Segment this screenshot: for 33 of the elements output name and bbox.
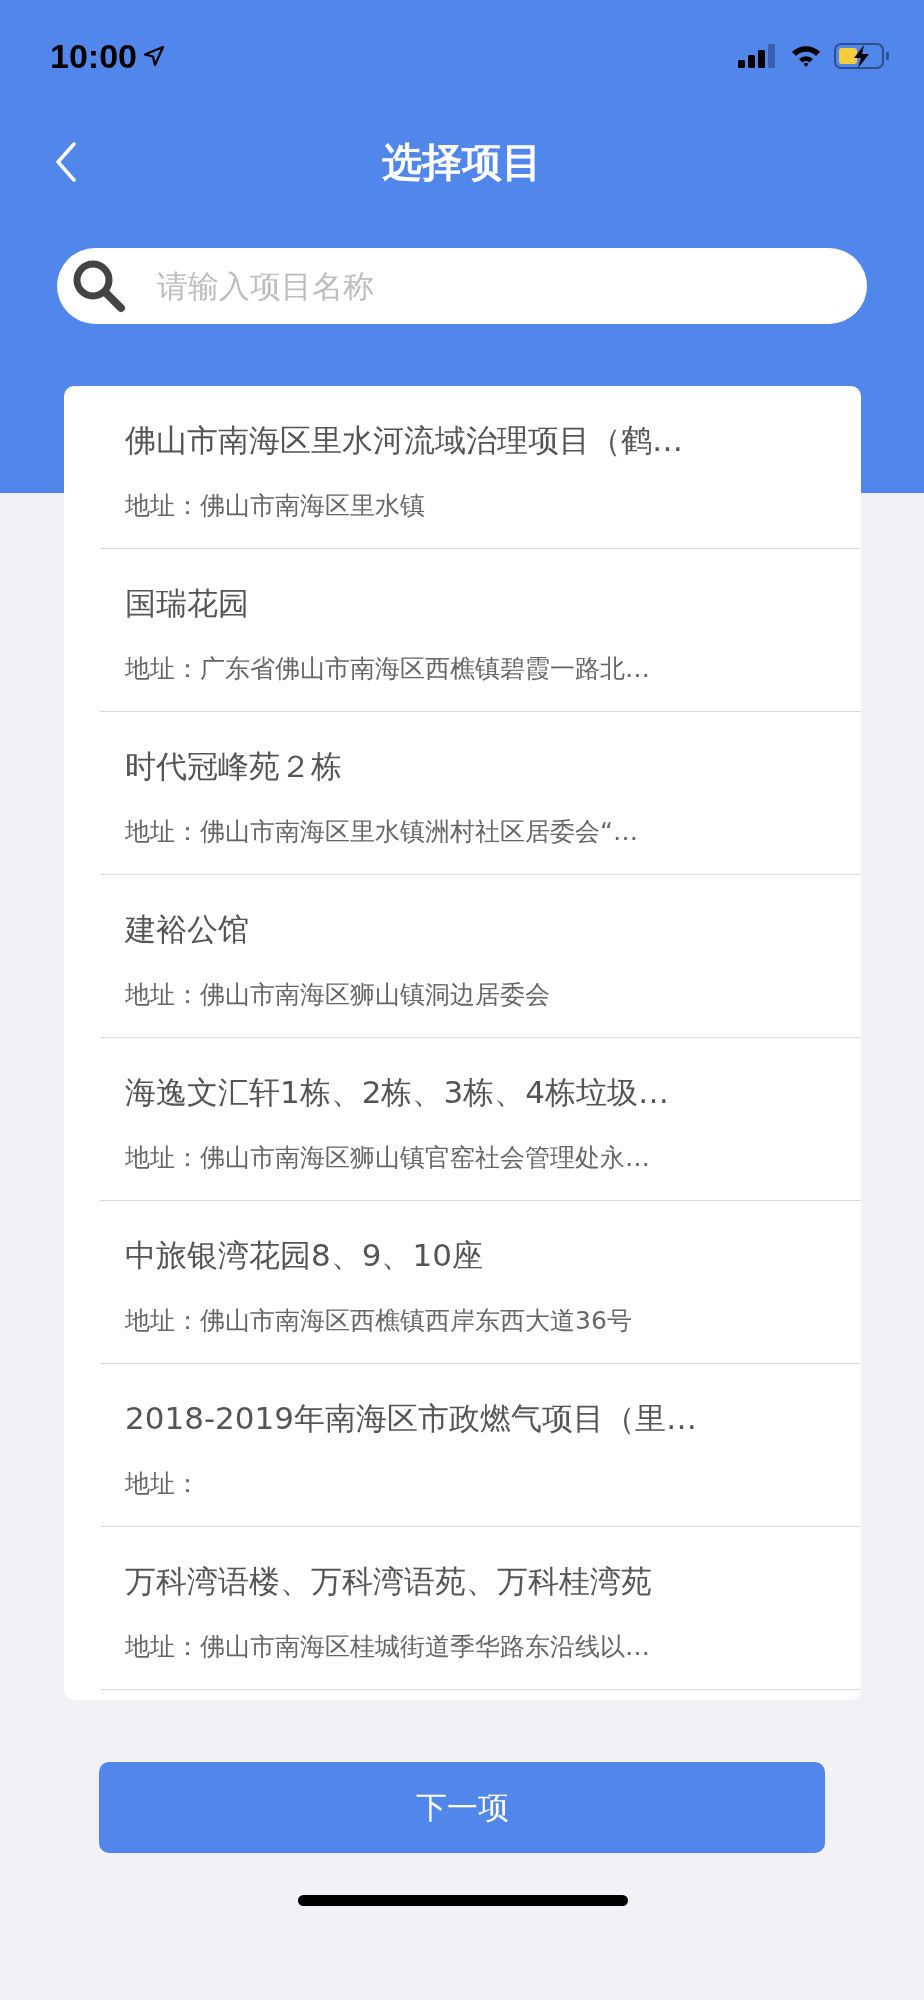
- project-address: 地址：佛山市南海区西樵镇西岸东西大道36号: [125, 1305, 633, 1337]
- project-name: 建裕公馆: [125, 910, 250, 949]
- project-name: 中旅银湾花园8、9、10座: [125, 1236, 484, 1275]
- project-item[interactable]: 万科湾语楼、万科湾语苑、万科桂湾苑 地址：佛山市南海区桂城街道季华路东沿线以…: [100, 1527, 861, 1690]
- project-address: 地址：: [125, 1468, 201, 1500]
- project-address: 地址：佛山市南海区狮山镇洞边居委会: [125, 979, 551, 1011]
- project-item[interactable]: 建裕公馆 地址：佛山市南海区狮山镇洞边居委会: [100, 875, 861, 1038]
- project-address: 地址：佛山市南海区桂城街道季华路东沿线以…: [125, 1631, 651, 1663]
- back-icon[interactable]: [55, 142, 77, 182]
- search-field[interactable]: 请输入项目名称: [57, 248, 867, 324]
- project-name: 佛山市南海区里水河流域治理项目（鹤…: [125, 421, 684, 460]
- project-name: 2018-2019年南海区市政燃气项目（里…: [125, 1399, 698, 1438]
- signal-icon: [738, 44, 778, 68]
- location-arrow-icon: [142, 45, 165, 67]
- wifi-icon: [790, 44, 822, 68]
- next-button[interactable]: 下一项: [99, 1762, 825, 1853]
- project-address: 地址：广东省佛山市南海区西樵镇碧霞一路北…: [125, 653, 651, 685]
- status-time: 10:00: [50, 36, 137, 76]
- project-address: 地址：佛山市南海区狮山镇官窑社会管理处永…: [125, 1142, 651, 1174]
- project-item[interactable]: 中旅银湾花园8、9、10座 地址：佛山市南海区西樵镇西岸东西大道36号: [100, 1201, 861, 1364]
- project-address: 地址：佛山市南海区里水镇洲村社区居委会“…: [125, 816, 639, 848]
- project-name: 国瑞花园: [125, 584, 250, 623]
- project-item[interactable]: 国瑞花园 地址：广东省佛山市南海区西樵镇碧霞一路北…: [100, 549, 861, 712]
- project-name: 万科湾语楼、万科湾语苑、万科桂湾苑: [125, 1562, 653, 1601]
- page-title: 选择项目: [382, 137, 542, 187]
- project-item[interactable]: 佛山市南海区里水河流域治理项目（鹤… 地址：佛山市南海区里水镇: [100, 386, 861, 549]
- project-address: 地址：佛山市南海区里水镇: [125, 490, 426, 522]
- battery-charging-icon: [834, 43, 890, 69]
- project-item[interactable]: 时代冠峰苑２栋 地址：佛山市南海区里水镇洲村社区居委会“…: [100, 712, 861, 875]
- project-item[interactable]: 2018-2019年南海区市政燃气项目（里… 地址：: [100, 1364, 861, 1527]
- project-name: 海逸文汇轩1栋、2栋、3栋、4栋垃圾…: [125, 1073, 670, 1112]
- project-item[interactable]: 海逸文汇轩1栋、2栋、3栋、4栋垃圾… 地址：佛山市南海区狮山镇官窑社会管理处永…: [100, 1038, 861, 1201]
- project-name: 时代冠峰苑２栋: [125, 747, 343, 786]
